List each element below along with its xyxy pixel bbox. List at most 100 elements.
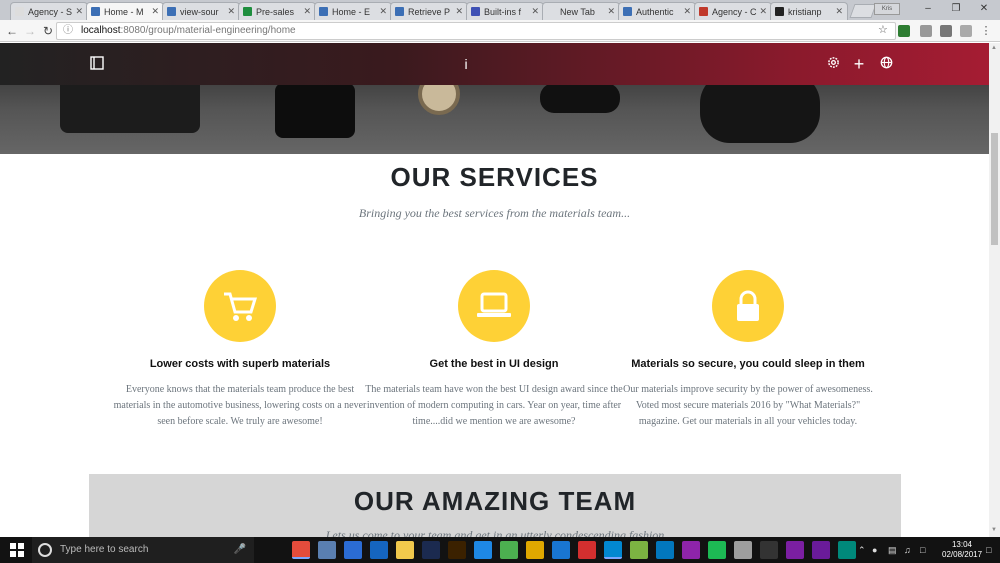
settings-gear-icon[interactable] [825,56,841,72]
tab-5[interactable]: Retrieve P ✕ [390,2,468,20]
new-tab-button[interactable] [849,4,877,18]
tab-3[interactable]: Pre-sales ✕ [238,2,316,20]
extension-g-icon[interactable] [920,25,932,37]
sidebar-toggle-icon[interactable] [89,56,105,73]
close-window-button[interactable]: ✕ [970,1,998,17]
tab-6[interactable]: Built-ins f ✕ [466,2,544,20]
service-icon-circle [204,270,276,342]
tab-10[interactable]: kristianp ✕ [770,2,848,20]
tab-close-icon[interactable]: ✕ [531,6,539,17]
network-share-icon[interactable] [318,541,336,559]
flag-icon[interactable] [682,541,700,559]
service-icon-circle [458,270,530,342]
taskbar-clock[interactable]: 13:04 02/08/2017 [942,540,982,560]
tab-close-icon[interactable]: ✕ [759,6,767,17]
notifications-icon[interactable]: □ [986,545,991,555]
tab-2[interactable]: view-sour ✕ [162,2,240,20]
tab-close-icon[interactable]: ✕ [379,6,387,17]
extension-square-icon[interactable] [940,25,952,37]
menu-dots-icon[interactable]: ⋮ [980,25,992,37]
mail-icon[interactable] [656,541,674,559]
terminal-icon[interactable] [760,541,778,559]
search-placeholder: Type here to search [60,544,149,555]
tab-close-icon[interactable]: ✕ [75,6,83,17]
tab-close-icon[interactable]: ✕ [835,6,843,17]
tab-close-icon[interactable]: ✕ [227,6,235,17]
page-scrollbar[interactable]: ▲ ▼ [989,43,1000,537]
task-view-icon[interactable] [262,541,280,559]
chrome-icon[interactable] [292,541,310,559]
address-bar[interactable]: ⓘ localhost:8080/group/material-engineer… [56,22,896,40]
network-icon[interactable]: ▤ [888,545,897,556]
volume-icon[interactable]: ♫ [904,545,911,555]
settings-icon[interactable] [734,541,752,559]
tab-9[interactable]: Agency - C ✕ [694,2,772,20]
chrome-alt-icon[interactable] [578,541,596,559]
skype-icon[interactable] [604,541,622,559]
scrollbar-thumb[interactable] [991,133,998,245]
service-heading: Lower costs with superb materials [149,358,331,370]
scroll-up-icon[interactable]: ▲ [991,45,997,51]
navbar-logo[interactable]: i [458,56,474,72]
forward-button[interactable]: → [22,23,38,39]
tab-label: Built-ins f [484,6,522,17]
tab-close-icon[interactable]: ✕ [303,6,311,17]
service-text: Our materials improve security by the po… [623,384,873,427]
info-icon[interactable]: ⓘ [63,23,73,39]
bolt-app-icon[interactable] [344,541,362,559]
tab-close-icon[interactable]: ✕ [683,6,691,17]
tab-close-icon[interactable]: ✕ [455,6,463,17]
tab-close-icon[interactable]: ✕ [151,6,159,17]
github-desktop-icon[interactable] [812,541,830,559]
profile-button[interactable]: Kris [874,3,900,15]
spotify-icon[interactable] [708,541,726,559]
service-heading: Materials so secure, you could sleep in … [631,358,865,370]
extension-bw-icon[interactable] [898,25,910,37]
service-item: Lower costs with superb materials Everyo… [110,270,370,430]
windows-taskbar: Type here to search 🎤 ⌃ ● ▤ ♫ □ 13:04 02… [0,537,1000,563]
globe-icon[interactable] [878,56,894,72]
windows-start-icon[interactable] [10,543,24,557]
lock-icon [737,290,759,321]
extension-skype-icon[interactable] [960,25,972,37]
services-title: OUR SERVICES [390,162,599,192]
service-item: Materials so secure, you could sleep in … [618,270,878,430]
edge-icon[interactable] [474,541,492,559]
tray-chevron-icon[interactable]: ⌃ [858,545,866,556]
illustrator-icon[interactable] [448,541,466,559]
app-icon[interactable] [838,541,856,559]
outlook-icon[interactable] [370,541,388,559]
taskbar-search-box[interactable]: Type here to search 🎤 [32,537,254,563]
scroll-down-icon[interactable]: ▼ [991,527,997,533]
site-icon [395,7,404,16]
site-navbar: i + [0,43,989,85]
tab-label: Home - E [332,6,371,17]
folder-icon[interactable] [526,541,544,559]
minimize-button[interactable]: – [914,1,942,17]
language-icon[interactable]: □ [920,545,925,555]
reload-button[interactable]: ↻ [40,23,56,39]
vscode-icon[interactable] [552,541,570,559]
tab-4[interactable]: Home - E ✕ [314,2,392,20]
microphone-icon[interactable]: 🎤 [234,537,246,563]
tab-7[interactable]: New Tab ✕ [542,2,620,20]
notes-icon[interactable] [630,541,648,559]
tab-0[interactable]: Agency - S ✕ [10,2,88,20]
tab-1[interactable]: Home - M ✕ [86,2,164,20]
clock-date: 02/08/2017 [942,550,983,559]
add-icon[interactable]: + [851,55,867,73]
bookmark-star-icon[interactable]: ☆ [878,23,888,36]
url-path: :8080/group/material-engineering/home [120,25,296,36]
tab-label: Agency - S [28,6,73,17]
tab-8[interactable]: Authentic ✕ [618,2,696,20]
service-heading: Get the best in UI design [429,358,559,370]
team-subtitle: Lets us come to your team and get in an … [325,528,665,537]
maximize-button[interactable]: ❐ [942,1,970,17]
editor-icon[interactable] [786,541,804,559]
file-explorer-icon[interactable] [396,541,414,559]
tray-app-icon[interactable]: ● [872,545,877,555]
tab-close-icon[interactable]: ✕ [607,6,615,17]
store-icon[interactable] [500,541,518,559]
photoshop-icon[interactable] [422,541,440,559]
back-button[interactable]: ← [4,23,20,39]
